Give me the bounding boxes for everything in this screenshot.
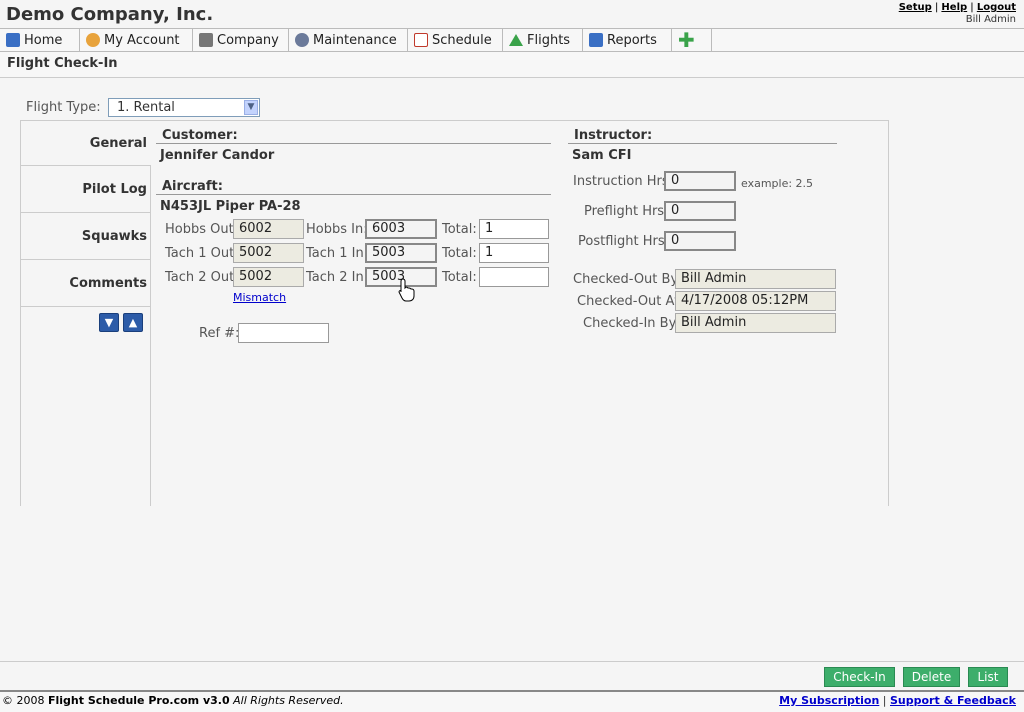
- instructor-heading: Instructor:: [574, 128, 653, 143]
- checked-out-at-label: Checked-Out At:: [577, 294, 684, 309]
- tab-list: General Pilot Log Squawks Comments: [20, 120, 150, 307]
- checked-out-at-field: 4/17/2008 05:12PM: [675, 291, 836, 311]
- delete-button[interactable]: Delete: [903, 667, 960, 687]
- flight-type-label: Flight Type:: [26, 100, 101, 115]
- footer-brand: Flight Schedule Pro.com v3.0: [48, 694, 230, 707]
- footer-rights: All Rights Reserved.: [233, 694, 344, 707]
- tach2-in-label: Tach 2 In:: [306, 270, 369, 285]
- up-arrow-icon: ▲: [128, 316, 138, 329]
- tab-general[interactable]: General: [20, 120, 150, 166]
- instruction-hint: example: 2.5: [741, 177, 814, 190]
- checked-out-by-field: Bill Admin: [675, 269, 836, 289]
- chart-icon: [589, 33, 603, 47]
- user-icon: [86, 33, 100, 47]
- list-button[interactable]: List: [968, 667, 1008, 687]
- instructor-name: Sam CFI: [572, 148, 632, 163]
- flight-type-value: 1. Rental: [117, 100, 175, 115]
- instruction-hrs-label: Instruction Hrs:: [573, 174, 673, 189]
- footer-copyright: © 2008 Flight Schedule Pro.com v3.0 All …: [2, 694, 344, 707]
- hobbs-total-label: Total:: [442, 222, 477, 237]
- tach1-total-label: Total:: [442, 246, 477, 261]
- instructor-divider: [568, 143, 837, 144]
- mismatch-link[interactable]: Mismatch: [233, 291, 286, 304]
- tab-divider: [150, 165, 151, 506]
- hobbs-in-label: Hobbs In:: [306, 222, 368, 237]
- action-bar-divider: [0, 661, 1024, 662]
- aircraft-heading: Aircraft:: [162, 179, 223, 194]
- instruction-hrs-field[interactable]: 0: [664, 171, 736, 191]
- gear-icon: [295, 33, 309, 47]
- checked-in-by-field: Bill Admin: [675, 313, 836, 333]
- company-icon: [199, 33, 213, 47]
- chevron-down-icon: ▼: [244, 100, 258, 115]
- nav-maintenance[interactable]: Maintenance: [289, 29, 408, 51]
- tab-squawks[interactable]: Squawks: [20, 213, 150, 260]
- hand-cursor-icon: [398, 278, 415, 302]
- help-link[interactable]: Help: [941, 2, 967, 13]
- tab-pilot-log[interactable]: Pilot Log: [20, 166, 150, 213]
- hobbs-out-field: 6002: [233, 219, 304, 239]
- customer-divider: [156, 143, 551, 144]
- aircraft-divider: [156, 194, 551, 195]
- company-name: Demo Company, Inc.: [6, 4, 214, 25]
- nav-reports[interactable]: Reports: [583, 29, 672, 51]
- subheader-bar: [0, 52, 1024, 78]
- move-down-button[interactable]: ▼: [99, 313, 119, 332]
- nav-company[interactable]: Company: [193, 29, 289, 51]
- flight-type-select[interactable]: 1. Rental ▼: [108, 98, 260, 117]
- tach1-out-label: Tach 1 Out:: [165, 246, 239, 261]
- nav-add[interactable]: ✚: [672, 29, 712, 51]
- aircraft-name: N453JL Piper PA-28: [160, 199, 301, 214]
- tach2-out-field: 5002: [233, 267, 304, 287]
- footer-links: My Subscription | Support & Feedback: [779, 694, 1016, 707]
- hobbs-total-field[interactable]: 1: [479, 219, 549, 239]
- nav-home[interactable]: Home: [0, 29, 80, 51]
- setup-link[interactable]: Setup: [899, 2, 932, 13]
- down-arrow-icon: ▼: [104, 316, 114, 329]
- tach1-in-field[interactable]: 5003: [365, 243, 437, 263]
- ref-label: Ref #:: [199, 326, 240, 341]
- ref-field[interactable]: [238, 323, 329, 343]
- home-icon: [6, 33, 20, 47]
- nav-schedule[interactable]: Schedule: [408, 29, 503, 51]
- support-feedback-link[interactable]: Support & Feedback: [890, 694, 1016, 707]
- tach1-total-field[interactable]: 1: [479, 243, 549, 263]
- tach1-out-field: 5002: [233, 243, 304, 263]
- nav-flights[interactable]: Flights: [503, 29, 583, 51]
- postflight-hrs-label: Postflight Hrs:: [578, 234, 669, 249]
- current-user: Bill Admin: [965, 14, 1016, 25]
- top-links: Setup | Help | Logout Bill Admin: [898, 2, 1016, 25]
- checked-in-by-label: Checked-In By:: [583, 316, 680, 331]
- tab-comments[interactable]: Comments: [20, 260, 150, 307]
- tach2-total-field[interactable]: [479, 267, 549, 287]
- postflight-hrs-field[interactable]: 0: [664, 231, 736, 251]
- tach2-total-label: Total:: [442, 270, 477, 285]
- hobbs-in-field[interactable]: 6003: [365, 219, 437, 239]
- nav-my-account[interactable]: My Account: [80, 29, 193, 51]
- logout-link[interactable]: Logout: [977, 2, 1016, 13]
- customer-heading: Customer:: [162, 128, 238, 143]
- calendar-icon: [414, 33, 428, 47]
- customer-name: Jennifer Candor: [160, 148, 275, 163]
- check-in-button[interactable]: Check-In: [824, 667, 895, 687]
- move-up-button[interactable]: ▲: [123, 313, 143, 332]
- page-title: Flight Check-In: [7, 56, 118, 71]
- up-arrow-icon: [509, 34, 523, 46]
- my-subscription-link[interactable]: My Subscription: [779, 694, 879, 707]
- tach1-in-label: Tach 1 In:: [306, 246, 369, 261]
- checked-out-by-label: Checked-Out By:: [573, 272, 682, 287]
- preflight-hrs-field[interactable]: 0: [664, 201, 736, 221]
- tach2-out-label: Tach 2 Out:: [165, 270, 239, 285]
- plus-icon: ✚: [678, 28, 695, 52]
- preflight-hrs-label: Preflight Hrs:: [584, 204, 669, 219]
- main-nav: Home My Account Company Maintenance Sche…: [0, 28, 1024, 52]
- hobbs-out-label: Hobbs Out:: [165, 222, 239, 237]
